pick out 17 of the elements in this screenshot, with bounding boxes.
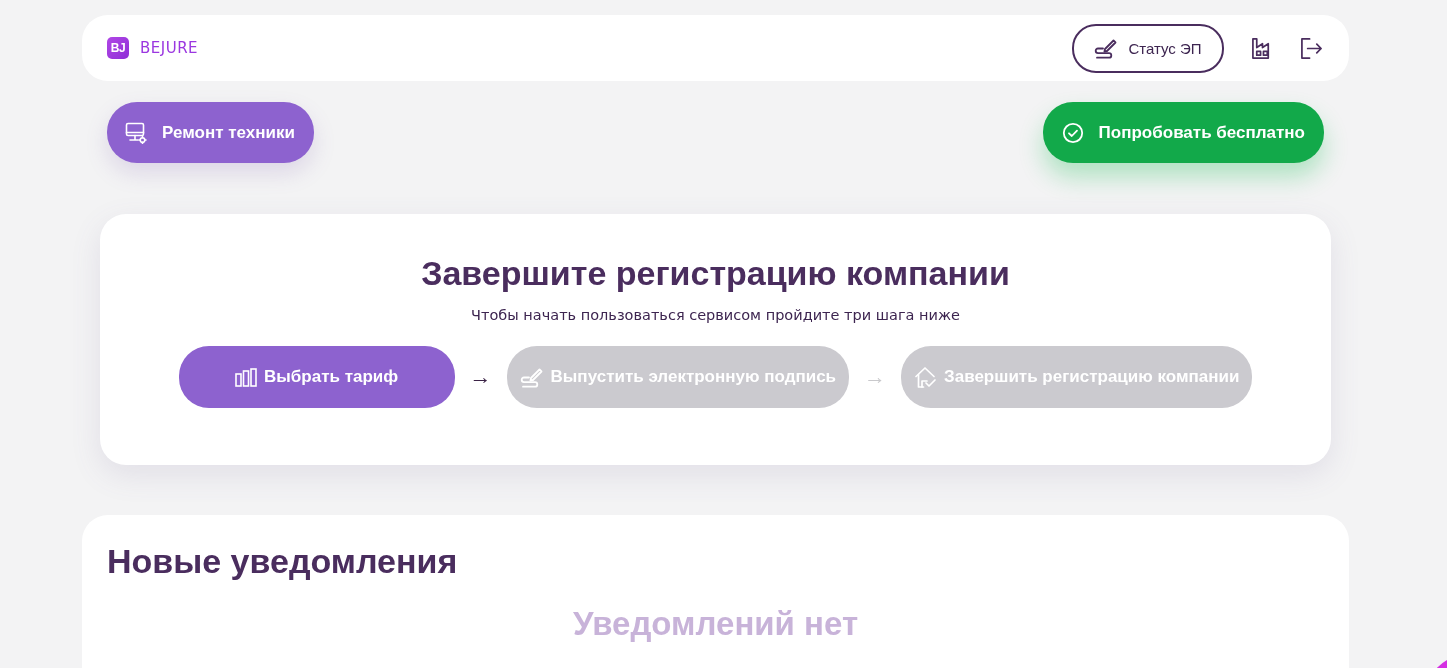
bar-chart-icon bbox=[235, 367, 257, 387]
repair-button[interactable]: Ремонт техники bbox=[107, 102, 314, 163]
check-circle-icon bbox=[1061, 121, 1084, 144]
house-check-icon bbox=[914, 365, 938, 389]
logo-text: BEJURE bbox=[140, 39, 199, 57]
step-button[interactable]: Выбрать тариф bbox=[178, 346, 455, 408]
monitor-gear-icon bbox=[125, 121, 147, 144]
empty-notifications-text: Уведомлений нет bbox=[571, 604, 860, 644]
registration-subtitle: Чтобы начать пользоваться сервисом пройдите три шага ниже bbox=[471, 306, 960, 325]
notifications-title: Новые уведомления bbox=[107, 541, 459, 582]
try-free-button[interactable]: Попробовать бесплатно bbox=[1042, 102, 1324, 163]
logo-mark: BJ bbox=[107, 37, 129, 59]
logout-icon[interactable] bbox=[1300, 36, 1323, 60]
registration-title: Завершите регистрацию компании bbox=[421, 253, 1010, 294]
arrow-icon: → bbox=[864, 365, 887, 389]
arrow-icon: → bbox=[469, 365, 492, 389]
status-button[interactable]: Статус ЭП bbox=[1072, 23, 1224, 73]
